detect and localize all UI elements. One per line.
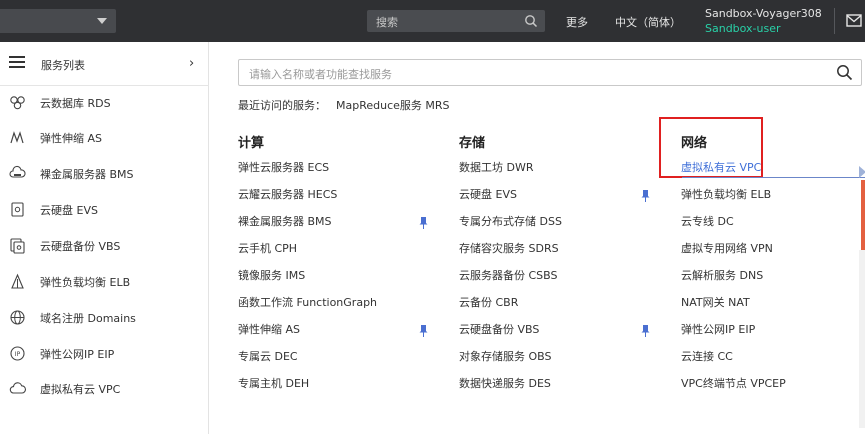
hamburger-menu-icon[interactable]: [9, 55, 25, 69]
database-icon: [10, 96, 25, 110]
pin-icon[interactable]: [641, 190, 650, 202]
sidebar-item-label: 弹性公网IP EIP: [40, 348, 115, 361]
auto-scaling-icon: [10, 131, 24, 144]
pin-icon[interactable]: [419, 217, 428, 229]
service-link[interactable]: 云连接 CC: [681, 345, 865, 372]
search-icon[interactable]: [836, 64, 853, 81]
more-menu[interactable]: 更多: [566, 14, 588, 30]
service-search-placeholder: 请输入名称或者功能查找服务: [249, 68, 392, 81]
service-link[interactable]: 云解析服务 DNS: [681, 264, 865, 291]
scrollbar-track[interactable]: [859, 250, 865, 428]
service-link[interactable]: 数据快递服务 DES: [459, 372, 669, 399]
service-link[interactable]: 虚拟专用网络 VPN: [681, 237, 865, 264]
global-search-input[interactable]: 搜索: [367, 10, 545, 32]
cloud-server-icon: [9, 165, 26, 178]
chevron-right-icon[interactable]: ›: [189, 56, 194, 71]
sidebar-item-label: 云数据库 RDS: [40, 97, 111, 110]
sidebar-item-bms[interactable]: 裸金属服务器 BMS: [0, 158, 209, 188]
service-link[interactable]: 云硬盘 EVS: [459, 183, 669, 210]
service-label: 弹性伸缩 AS: [238, 323, 301, 336]
sidebar-header[interactable]: 服务列表 ›: [0, 42, 209, 86]
service-link[interactable]: 云硬盘备份 VBS: [459, 318, 669, 345]
service-link[interactable]: NAT网关 NAT: [681, 291, 865, 318]
service-link[interactable]: 弹性伸缩 AS: [238, 318, 448, 345]
pin-icon[interactable]: [419, 325, 428, 337]
global-search-placeholder: 搜索: [376, 16, 398, 29]
cloud-icon: [9, 382, 26, 394]
sidebar-item-vpc[interactable]: 虚拟私有云 VPC: [0, 373, 209, 403]
service-link[interactable]: 弹性公网IP EIP: [681, 318, 865, 345]
service-list-panel: 请输入名称或者功能查找服务 最近访问的服务： MapReduce服务 MRS 计算…: [210, 42, 865, 434]
hover-underline: [682, 177, 865, 178]
service-link[interactable]: 函数工作流 FunctionGraph: [238, 291, 448, 318]
account-menu[interactable]: Sandbox-Voyager308 Sandbox-user: [705, 6, 822, 36]
service-link[interactable]: 专属主机 DEH: [238, 372, 448, 399]
service-sidebar: 服务列表 › 云数据库 RDS 弹性伸缩 AS 裸金属服务器 BMS 云硬盘 E…: [0, 42, 209, 434]
service-link[interactable]: 云专线 DC: [681, 210, 865, 237]
service-label: 裸金属服务器 BMS: [238, 215, 332, 228]
service-link[interactable]: 云手机 CPH: [238, 237, 448, 264]
search-icon[interactable]: [524, 14, 538, 28]
service-label: 云硬盘备份 VBS: [459, 323, 540, 336]
sidebar-item-label: 域名注册 Domains: [40, 312, 136, 325]
service-link[interactable]: 存储容灾服务 SDRS: [459, 237, 669, 264]
sidebar-item-evs[interactable]: 云硬盘 EVS: [0, 194, 209, 224]
sidebar-item-eip[interactable]: IP 弹性公网IP EIP: [0, 338, 209, 368]
divider: [834, 8, 835, 34]
svg-text:IP: IP: [15, 351, 21, 358]
disk-backup-icon: [10, 238, 25, 254]
sidebar-item-vbs[interactable]: 云硬盘备份 VBS: [0, 230, 209, 260]
region-selector[interactable]: [0, 9, 116, 33]
load-balancer-icon: [11, 273, 24, 289]
service-link[interactable]: VPC终端节点 VPCEP: [681, 372, 865, 399]
chevron-down-icon: [97, 18, 107, 24]
service-link[interactable]: 对象存储服务 OBS: [459, 345, 669, 372]
service-link[interactable]: 云服务器备份 CSBS: [459, 264, 669, 291]
language-selector[interactable]: 中文（简体）: [615, 14, 681, 30]
highlight-box: [659, 117, 763, 178]
sidebar-item-elb[interactable]: 弹性负载均衡 ELB: [0, 266, 209, 296]
sidebar-item-label: 弹性伸缩 AS: [40, 132, 103, 145]
service-link[interactable]: 云备份 CBR: [459, 291, 669, 318]
sidebar-item-label: 裸金属服务器 BMS: [40, 168, 134, 181]
sidebar-item-label: 云硬盘 EVS: [40, 204, 98, 217]
scrollbar-thumb[interactable]: [861, 180, 865, 250]
recent-services: 最近访问的服务： MapReduce服务 MRS: [238, 97, 450, 113]
mail-icon[interactable]: [846, 14, 862, 27]
category-title: 计算: [238, 136, 265, 151]
top-navigation-bar: 搜索 更多 中文（简体） Sandbox-Voyager308 Sandbox-…: [0, 0, 865, 42]
sidebar-item-label: 虚拟私有云 VPC: [40, 383, 121, 396]
sidebar-item-domains[interactable]: 域名注册 Domains: [0, 302, 209, 332]
sidebar-title: 服务列表: [41, 59, 85, 72]
disk-icon: [11, 202, 24, 217]
service-search-input[interactable]: 请输入名称或者功能查找服务: [238, 59, 862, 86]
user-name: Sandbox-user: [705, 22, 781, 35]
pin-icon[interactable]: [641, 325, 650, 337]
category-storage: 存储 数据工坊 DWR 云硬盘 EVS 专属分布式存储 DSS 存储容灾服务 S…: [459, 134, 669, 399]
sidebar-item-label: 云硬盘备份 VBS: [40, 240, 121, 253]
service-link[interactable]: 云耀云服务器 HECS: [238, 183, 448, 210]
service-link[interactable]: 弹性负载均衡 ELB: [681, 183, 865, 210]
service-link[interactable]: 裸金属服务器 BMS: [238, 210, 448, 237]
sidebar-item-as[interactable]: 弹性伸缩 AS: [0, 122, 209, 152]
sidebar-item-rds[interactable]: 云数据库 RDS: [0, 87, 209, 117]
recent-label: 最近访问的服务：: [238, 99, 326, 112]
ip-icon: IP: [10, 346, 25, 361]
service-label: 云硬盘 EVS: [459, 188, 517, 201]
service-link[interactable]: 镜像服务 IMS: [238, 264, 448, 291]
category-compute: 计算 弹性云服务器 ECS 云耀云服务器 HECS 裸金属服务器 BMS 云手机…: [238, 134, 448, 399]
sidebar-item-label: 弹性负载均衡 ELB: [40, 276, 131, 289]
hover-arrow: [859, 166, 865, 178]
globe-icon: [10, 310, 25, 325]
recent-service-link[interactable]: MapReduce服务 MRS: [336, 99, 450, 112]
category-title: 存储: [459, 136, 486, 151]
service-link[interactable]: 专属分布式存储 DSS: [459, 210, 669, 237]
service-link[interactable]: 弹性云服务器 ECS: [238, 156, 448, 183]
service-link[interactable]: 专属云 DEC: [238, 345, 448, 372]
account-name: Sandbox-Voyager308: [705, 7, 822, 20]
service-link[interactable]: 数据工坊 DWR: [459, 156, 669, 183]
